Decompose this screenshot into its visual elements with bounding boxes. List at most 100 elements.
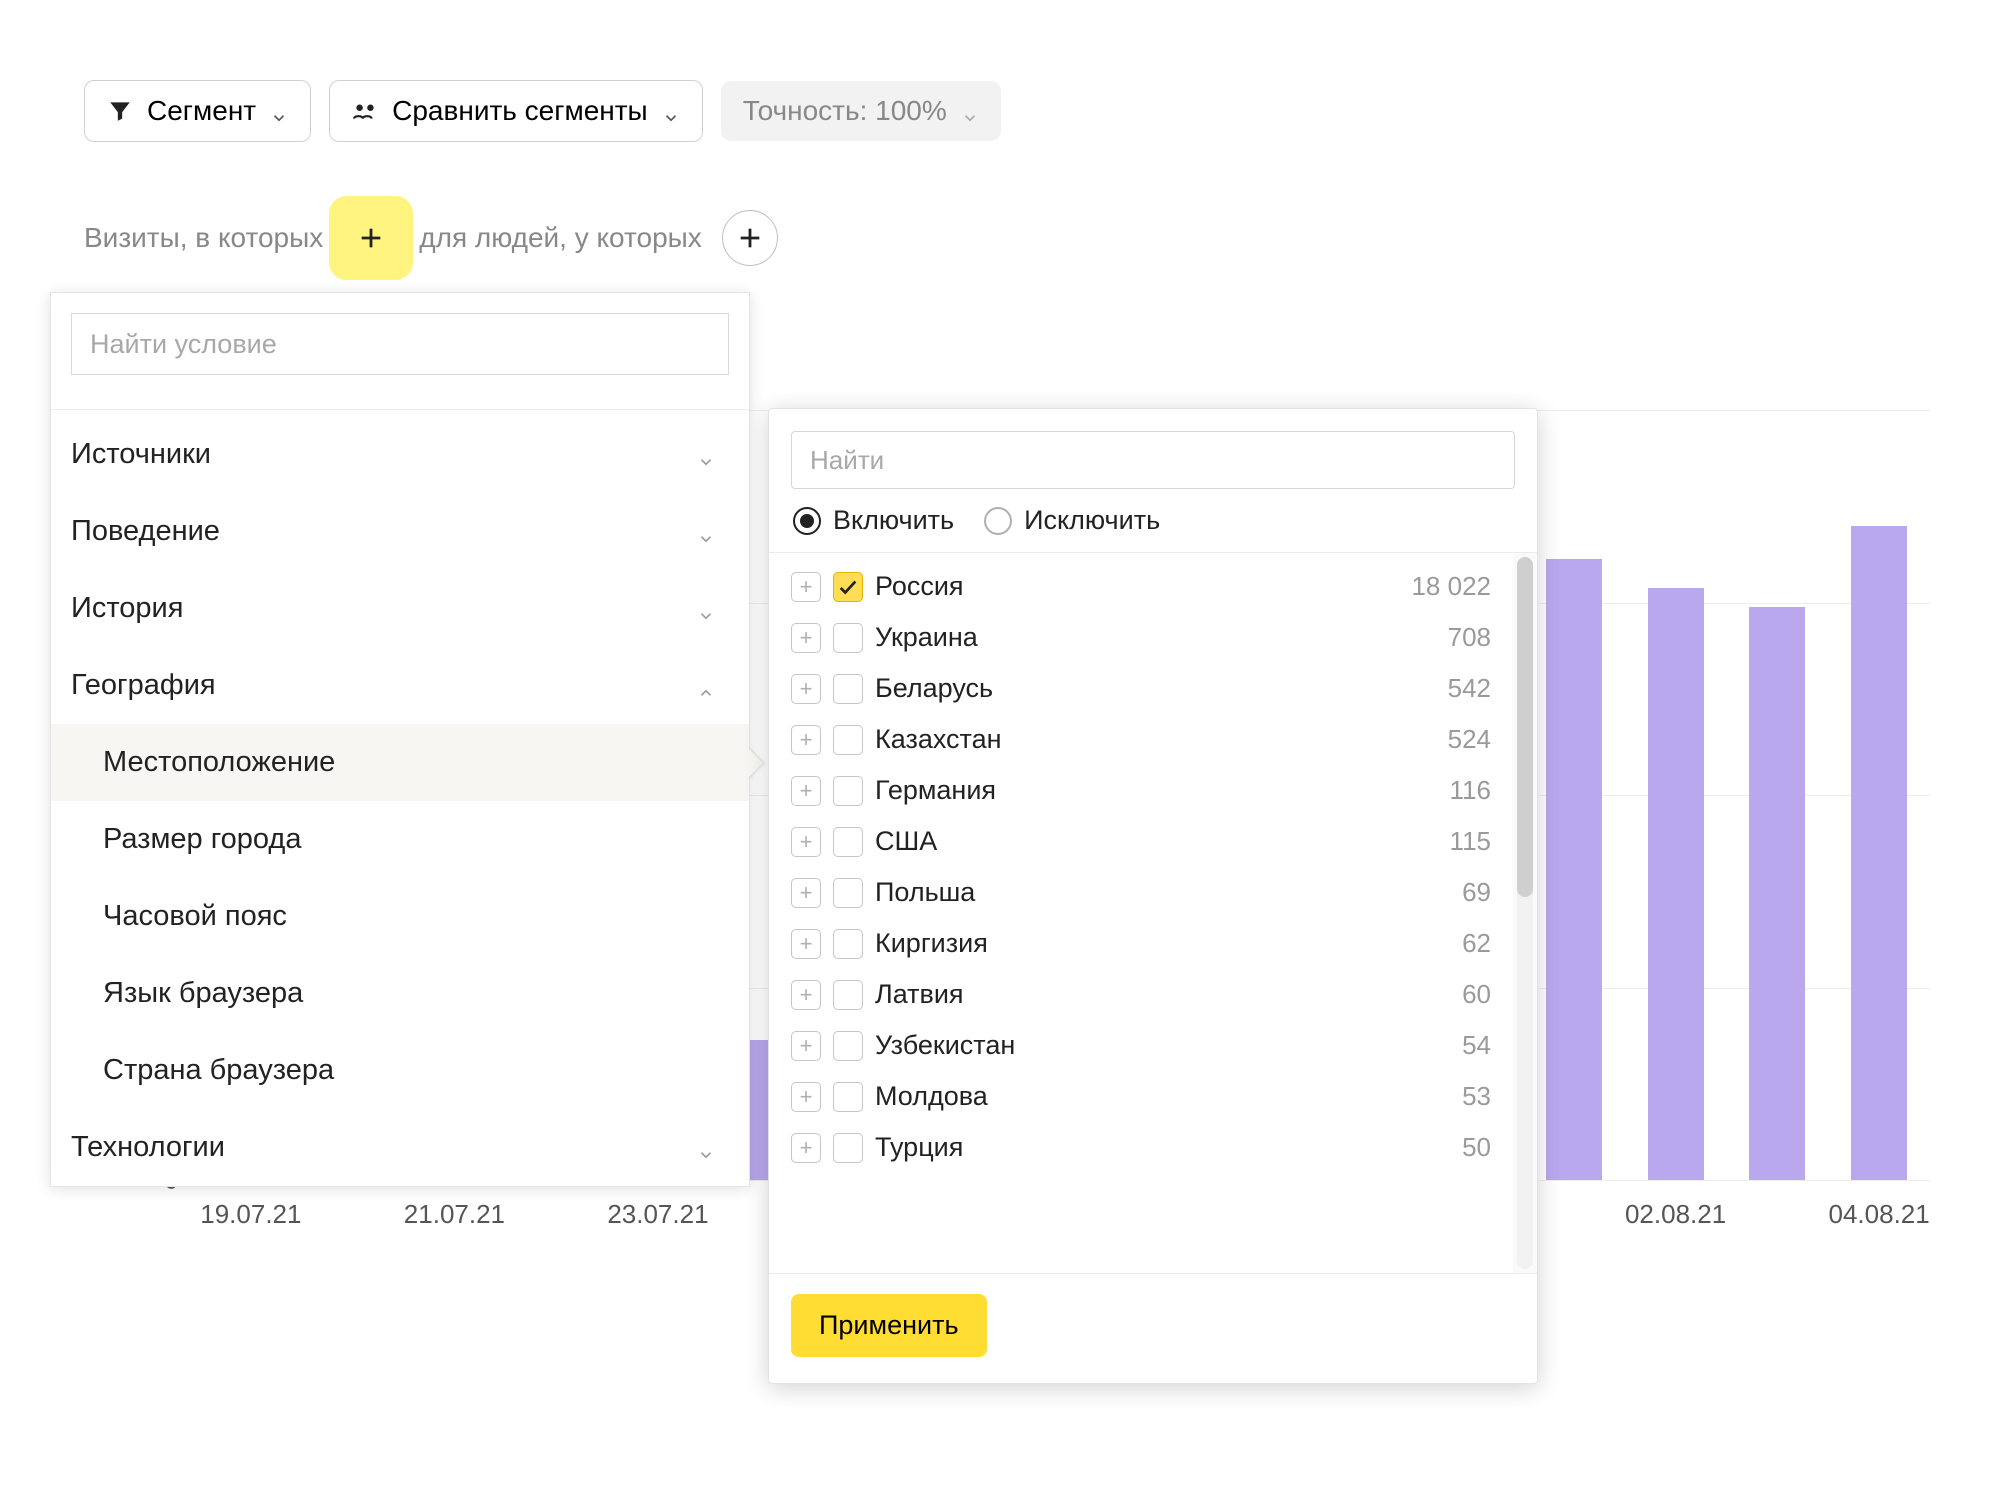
chevron-down-icon: [697, 1139, 715, 1157]
include-label: Включить: [833, 505, 954, 536]
value-checkbox[interactable]: [833, 674, 863, 704]
expand-button[interactable]: +: [791, 878, 821, 908]
compare-icon: [352, 98, 378, 124]
category-label: История: [71, 592, 183, 625]
people-cond-label: для людей, у которых: [419, 222, 702, 254]
expand-button[interactable]: +: [791, 776, 821, 806]
value-count: 69: [1462, 877, 1491, 908]
category-label: Источники: [71, 438, 211, 471]
expand-button[interactable]: +: [791, 572, 821, 602]
expand-button[interactable]: +: [791, 827, 821, 857]
value-count: 708: [1448, 622, 1491, 653]
category-row[interactable]: История: [51, 570, 749, 647]
category-row[interactable]: Технологии: [51, 1109, 749, 1186]
subcategory-label: Язык браузера: [103, 977, 303, 1010]
value-count: 60: [1462, 979, 1491, 1010]
value-name: Киргизия: [875, 928, 1450, 959]
subcategory-row[interactable]: Язык браузера: [51, 955, 749, 1032]
value-count: 53: [1462, 1081, 1491, 1112]
subcategory-row[interactable]: Размер города: [51, 801, 749, 878]
add-people-condition-button[interactable]: [722, 210, 778, 266]
expand-button[interactable]: +: [791, 674, 821, 704]
value-checkbox[interactable]: [833, 980, 863, 1010]
value-count: 54: [1462, 1030, 1491, 1061]
value-count: 116: [1450, 775, 1491, 806]
accuracy-label: Точность: 100%: [743, 95, 947, 127]
include-radio[interactable]: Включить: [793, 505, 954, 536]
value-checkbox[interactable]: [833, 572, 863, 602]
chart-bar[interactable]: [1749, 607, 1805, 1180]
value-count: 115: [1450, 826, 1491, 857]
x-tick: 21.07.21: [404, 1199, 505, 1230]
chevron-down-icon: [697, 600, 715, 618]
x-tick: 02.08.21: [1625, 1199, 1726, 1230]
x-tick: 04.08.21: [1829, 1199, 1930, 1230]
values-search-input[interactable]: [791, 431, 1515, 489]
value-row: +Беларусь542: [769, 663, 1513, 714]
value-checkbox[interactable]: [833, 878, 863, 908]
value-row: +Киргизия62: [769, 918, 1513, 969]
exclude-radio[interactable]: Исключить: [984, 505, 1160, 536]
category-row[interactable]: Источники: [51, 416, 749, 493]
value-name: Молдова: [875, 1081, 1450, 1112]
chevron-down-icon: [697, 446, 715, 464]
category-row[interactable]: Поведение: [51, 493, 749, 570]
value-row: + Турция 50: [769, 1122, 1513, 1173]
subcategory-label: Страна браузера: [103, 1054, 334, 1087]
value-row: + Россия 18 022: [769, 561, 1513, 612]
category-label: Технологии: [71, 1131, 225, 1164]
values-scrollbar[interactable]: [1513, 553, 1537, 1273]
segment-button-label: Сегмент: [147, 95, 256, 127]
value-row: +Украина708: [769, 612, 1513, 663]
subcategory-row[interactable]: Часовой пояс: [51, 878, 749, 955]
value-checkbox[interactable]: [833, 725, 863, 755]
value-name: Турция: [875, 1132, 1450, 1163]
subcategory-row[interactable]: Страна браузера: [51, 1032, 749, 1109]
value-name: Германия: [875, 775, 1438, 806]
value-checkbox[interactable]: [833, 827, 863, 857]
subcategory-label: Часовой пояс: [103, 900, 287, 933]
value-name: Узбекистан: [875, 1030, 1450, 1061]
filter-icon: [107, 98, 133, 124]
chevron-down-icon: [662, 102, 680, 120]
value-name: Россия: [875, 571, 1399, 602]
value-count: 542: [1448, 673, 1491, 704]
subcategory-label: Местоположение: [103, 746, 335, 779]
chevron-down-icon: [697, 523, 715, 541]
x-tick: 23.07.21: [607, 1199, 708, 1230]
chart-bar[interactable]: [1648, 588, 1704, 1180]
value-checkbox[interactable]: [833, 623, 863, 653]
chart-bar[interactable]: [1546, 559, 1602, 1180]
value-checkbox[interactable]: [833, 929, 863, 959]
expand-button[interactable]: +: [791, 980, 821, 1010]
expand-button[interactable]: +: [791, 725, 821, 755]
value-checkbox[interactable]: [833, 776, 863, 806]
add-visits-condition-button[interactable]: [343, 210, 399, 266]
chart-bar[interactable]: [1851, 526, 1907, 1181]
value-checkbox[interactable]: [833, 1133, 863, 1163]
value-count: 50: [1462, 1132, 1491, 1163]
expand-button[interactable]: +: [791, 1133, 821, 1163]
exclude-label: Исключить: [1024, 505, 1160, 536]
expand-button[interactable]: +: [791, 929, 821, 959]
radio-dot-icon: [984, 507, 1012, 535]
values-list: +Россия18 022+Украина708+Беларусь542+Каз…: [769, 553, 1513, 1273]
value-count: 18 022: [1411, 571, 1491, 602]
radio-dot-icon: [793, 507, 821, 535]
value-name: Казахстан: [875, 724, 1436, 755]
subcategory-row[interactable]: Местоположение: [51, 724, 749, 801]
category-label: Поведение: [71, 515, 220, 548]
accuracy-button[interactable]: Точность: 100%: [721, 81, 1001, 141]
segment-button[interactable]: Сегмент: [84, 80, 311, 142]
condition-search-input[interactable]: [71, 313, 729, 375]
value-checkbox[interactable]: [833, 1082, 863, 1112]
expand-button[interactable]: +: [791, 1031, 821, 1061]
value-checkbox[interactable]: [833, 1031, 863, 1061]
category-row[interactable]: География: [51, 647, 749, 724]
segment-toolbar: Сегмент Сравнить сегменты Точность: 100%: [84, 80, 1001, 142]
apply-button[interactable]: Применить: [791, 1294, 987, 1357]
add-visits-cond-highlight: [343, 210, 399, 266]
compare-segments-button[interactable]: Сравнить сегменты: [329, 80, 703, 142]
expand-button[interactable]: +: [791, 623, 821, 653]
expand-button[interactable]: +: [791, 1082, 821, 1112]
